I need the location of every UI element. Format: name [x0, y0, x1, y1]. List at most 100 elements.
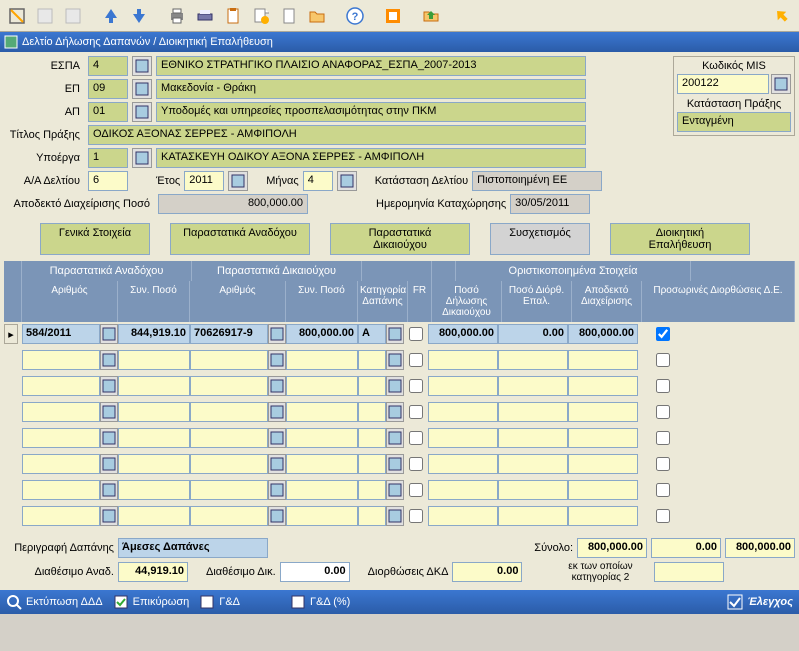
tab-epalithefsi[interactable]: Διοικητική Επαλήθευση — [610, 223, 750, 255]
row-lookup[interactable] — [268, 480, 286, 500]
accepted-label: Αποδεκτό Διαχείρισης Ποσό — [4, 198, 154, 210]
grid-body: ▸ 584/2011 844,919.10 70626917-9 800,000… — [4, 322, 795, 528]
row-lookup[interactable] — [268, 428, 286, 448]
table-row[interactable]: ▸ 584/2011 844,919.10 70626917-9 800,000… — [4, 322, 795, 346]
fr-checkbox[interactable] — [409, 405, 423, 419]
mis-code-field[interactable]: 200122 — [677, 74, 769, 94]
row-lookup[interactable] — [386, 402, 404, 422]
doc-icon[interactable] — [276, 3, 302, 29]
validate-button[interactable]: Επικύρωση — [113, 594, 190, 610]
row-lookup[interactable] — [386, 350, 404, 370]
folder-icon[interactable] — [304, 3, 330, 29]
print-icon[interactable] — [164, 3, 190, 29]
row-lookup[interactable] — [100, 480, 118, 500]
aa-field[interactable]: 6 — [88, 171, 128, 191]
tab-dikaiouchou[interactable]: Παραστατικά Δικαιούχου — [330, 223, 470, 255]
arrow-up-icon[interactable] — [98, 3, 124, 29]
pros-checkbox[interactable] — [656, 509, 670, 523]
mis-lookup-button[interactable] — [771, 74, 791, 94]
clipboard-icon[interactable] — [220, 3, 246, 29]
pros-checkbox[interactable] — [656, 483, 670, 497]
table-row-empty[interactable] — [4, 452, 795, 476]
disabled-icon-2 — [60, 3, 86, 29]
tab-synchetismos[interactable]: Συσχετισμός — [490, 223, 590, 255]
row-lookup[interactable] — [386, 454, 404, 474]
table-row-empty[interactable] — [4, 400, 795, 424]
print-ddd-button[interactable]: Εκτύπωση ΔΔΔ — [6, 594, 103, 610]
cell-amt1[interactable]: 844,919.10 — [118, 324, 190, 344]
pros-checkbox[interactable] — [656, 353, 670, 367]
check-button[interactable]: Έλεγχος — [727, 594, 793, 610]
gd-percent-button[interactable]: Γ&Δ (%) — [290, 594, 350, 610]
row-lookup[interactable] — [268, 376, 286, 396]
cell-num2[interactable]: 70626917-9 — [190, 324, 268, 344]
table-row-empty[interactable] — [4, 348, 795, 372]
row-lookup[interactable] — [386, 376, 404, 396]
cell-dik[interactable]: 800,000.00 — [428, 324, 498, 344]
row-lookup[interactable] — [100, 428, 118, 448]
row-lookup[interactable] — [100, 454, 118, 474]
help-icon[interactable]: ? — [342, 3, 368, 29]
cell-num1[interactable]: 584/2011 — [22, 324, 100, 344]
pros-checkbox[interactable] — [656, 379, 670, 393]
table-row-empty[interactable] — [4, 478, 795, 502]
row-lookup[interactable] — [268, 402, 286, 422]
pros-checkbox[interactable] — [656, 327, 670, 341]
stop-icon[interactable] — [380, 3, 406, 29]
ep-lookup-button[interactable] — [132, 79, 152, 99]
window-title-bar: Δελτίο Δήλωσης Δαπανών / Διοικητική Επαλ… — [0, 32, 799, 52]
row-lookup-1[interactable] — [100, 324, 118, 344]
row-lookup[interactable] — [268, 350, 286, 370]
footer-bar: Εκτύπωση ΔΔΔ Επικύρωση Γ&Δ Γ&Δ (%) Έλεγχ… — [0, 590, 799, 614]
cell-apod[interactable]: 800,000.00 — [568, 324, 638, 344]
row-lookup[interactable] — [386, 480, 404, 500]
fr-checkbox[interactable] — [409, 353, 423, 367]
fr-checkbox[interactable] — [409, 483, 423, 497]
status-label: Κατάσταση Δελτίου — [375, 175, 468, 187]
row-lookup[interactable] — [386, 428, 404, 448]
cell-cat[interactable]: A — [358, 324, 386, 344]
grid-header-cols: Αριθμός Συν. Ποσό Αριθμός Συν. Ποσό Κατη… — [4, 281, 795, 322]
export-icon[interactable] — [418, 3, 444, 29]
row-lookup-2[interactable] — [268, 324, 286, 344]
espa-code-field: 4 — [88, 56, 128, 76]
fr-checkbox[interactable] — [409, 327, 423, 341]
new-record-icon[interactable] — [4, 3, 30, 29]
fr-checkbox[interactable] — [409, 379, 423, 393]
row-handle[interactable]: ▸ — [4, 324, 18, 344]
printer-alt-icon[interactable] — [192, 3, 218, 29]
arrow-down-icon[interactable] — [126, 3, 152, 29]
row-lookup[interactable] — [100, 376, 118, 396]
row-lookup-3[interactable] — [386, 324, 404, 344]
year-lookup-button[interactable] — [228, 171, 248, 191]
espa-lookup-button[interactable] — [132, 56, 152, 76]
ap-lookup-button[interactable] — [132, 102, 152, 122]
row-lookup[interactable] — [268, 506, 286, 526]
table-row-empty[interactable] — [4, 426, 795, 450]
fr-checkbox[interactable] — [409, 431, 423, 445]
row-lookup[interactable] — [100, 350, 118, 370]
ap-desc-field: Υποδομές και υπηρεσίες προσπελασιμότητας… — [156, 102, 586, 122]
gd-button[interactable]: Γ&Δ — [199, 594, 240, 610]
pros-checkbox[interactable] — [656, 405, 670, 419]
row-lookup[interactable] — [100, 506, 118, 526]
pros-checkbox[interactable] — [656, 457, 670, 471]
row-lookup[interactable] — [268, 454, 286, 474]
year-field[interactable]: 2011 — [184, 171, 224, 191]
table-row-empty[interactable] — [4, 374, 795, 398]
tab-anadochou[interactable]: Παραστατικά Αναδόχου — [170, 223, 310, 255]
table-row-empty[interactable] — [4, 504, 795, 528]
fr-checkbox[interactable] — [409, 457, 423, 471]
back-arrow-icon[interactable] — [769, 3, 795, 29]
new-doc-icon[interactable] — [248, 3, 274, 29]
cell-amt2[interactable]: 800,000.00 — [286, 324, 358, 344]
ypoerga-lookup-button[interactable] — [132, 148, 152, 168]
fr-checkbox[interactable] — [409, 509, 423, 523]
tab-general[interactable]: Γενικά Στοιχεία — [40, 223, 150, 255]
month-field[interactable]: 4 — [303, 171, 333, 191]
row-lookup[interactable] — [386, 506, 404, 526]
cell-epal[interactable]: 0.00 — [498, 324, 568, 344]
row-lookup[interactable] — [100, 402, 118, 422]
pros-checkbox[interactable] — [656, 431, 670, 445]
month-lookup-button[interactable] — [337, 171, 357, 191]
